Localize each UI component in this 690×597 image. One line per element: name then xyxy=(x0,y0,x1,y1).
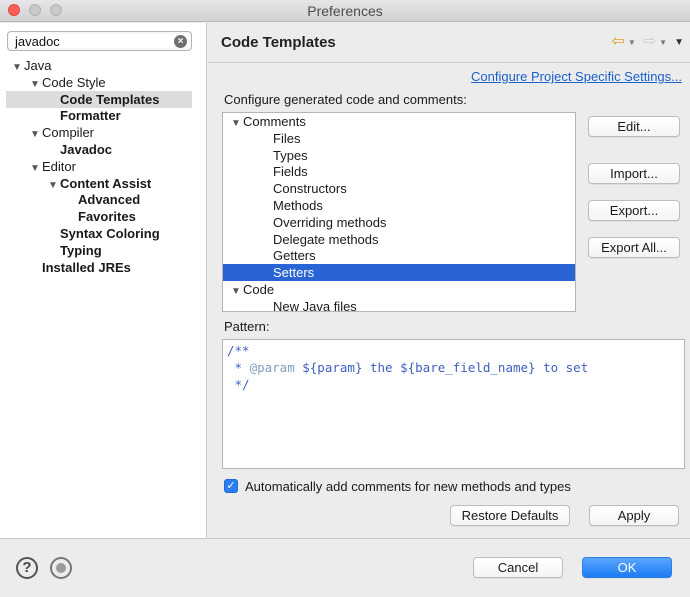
tree-item-label: Code Templates xyxy=(60,91,160,107)
code-templates-page: Code Templates ⇦ ▼ ⇨ ▼ ▼ Configure Proje… xyxy=(208,23,690,538)
tree-item-label: Typing xyxy=(60,242,102,258)
forward-arrow-icon[interactable]: ⇨ xyxy=(643,34,656,50)
expand-arrow-icon[interactable]: ▼ xyxy=(12,59,24,76)
tree-item-label: Javadoc xyxy=(60,142,113,157)
navigation-controls: ⇦ ▼ ⇨ ▼ ▼ xyxy=(611,33,684,51)
expand-arrow-icon[interactable]: ▼ xyxy=(30,160,42,177)
template-item[interactable]: Setters xyxy=(223,264,575,282)
tree-item[interactable]: Javadoc xyxy=(48,141,112,158)
tree-item-label: Java xyxy=(24,58,52,73)
clear-filter-icon[interactable]: × xyxy=(174,35,187,48)
tree-item-label: Compiler xyxy=(42,125,95,141)
window-title: Preferences xyxy=(307,3,383,19)
template-item[interactable]: New Java files xyxy=(223,298,575,312)
forward-history-caret-icon[interactable]: ▼ xyxy=(659,38,667,47)
edit-button[interactable]: Edit... xyxy=(588,116,680,137)
tree-item[interactable]: ▼ Editor xyxy=(30,158,76,175)
tree-item-label: Code Style xyxy=(42,74,106,90)
template-item-label: Files xyxy=(273,130,301,146)
pattern-text: ${param} the ${bare_field_name} to set xyxy=(294,360,589,375)
export-button[interactable]: Export... xyxy=(588,200,680,221)
help-icon[interactable]: ? xyxy=(16,557,38,579)
ok-button[interactable]: OK xyxy=(582,557,672,578)
template-item-label: New Java files xyxy=(273,298,357,312)
page-title: Code Templates xyxy=(221,34,336,51)
template-item-label: Code xyxy=(243,282,275,297)
template-item[interactable]: Methods xyxy=(223,197,575,214)
apply-button[interactable]: Apply xyxy=(589,505,679,526)
pattern-text: * xyxy=(227,360,250,375)
title-bar: Preferences xyxy=(0,0,690,22)
back-history-caret-icon[interactable]: ▼ xyxy=(628,38,636,47)
tree-item[interactable]: Favorites xyxy=(66,208,136,225)
preferences-tree-panel: × ▼Java▼Code StyleCode TemplatesFormatte… xyxy=(0,23,207,538)
template-item[interactable]: Types xyxy=(223,147,575,164)
tree-item[interactable]: ▼ Content Assist xyxy=(48,175,151,192)
template-item[interactable]: Overriding methods xyxy=(223,214,575,231)
pattern-editor[interactable]: /** * @param ${param} the ${bare_field_n… xyxy=(222,339,685,469)
tree-item[interactable]: Syntax Coloring xyxy=(48,225,160,242)
dialog-button-bar: ? Cancel OK xyxy=(0,538,690,597)
tree-item-label: Advanced xyxy=(78,192,141,208)
pattern-line: */ xyxy=(227,377,250,392)
tree-item-label: Editor xyxy=(42,158,76,174)
configure-project-settings-link[interactable]: Configure Project Specific Settings... xyxy=(471,69,682,84)
expand-arrow-icon[interactable]: ▼ xyxy=(48,177,60,194)
tree-item[interactable]: Formatter xyxy=(48,107,121,124)
tree-item[interactable]: Code Templates xyxy=(6,90,192,108)
pattern-line: /** xyxy=(227,343,250,358)
tree-item-label: Installed JREs xyxy=(42,259,131,275)
template-item[interactable]: Delegate methods xyxy=(223,231,575,248)
template-item-label: Delegate methods xyxy=(273,231,379,247)
record-macro-icon[interactable] xyxy=(50,557,72,579)
tree-item-label: Content Assist xyxy=(60,175,152,191)
template-item[interactable]: ▼ Comments xyxy=(223,113,575,130)
pattern-tag: @param xyxy=(249,360,295,375)
template-item[interactable]: Constructors xyxy=(223,180,575,197)
template-item[interactable]: ▼ Code xyxy=(223,281,575,298)
pattern-label: Pattern: xyxy=(224,319,270,334)
tree-item[interactable]: ▼ Java xyxy=(12,57,51,74)
tree-item[interactable]: ▼ Compiler xyxy=(30,124,94,141)
restore-defaults-button[interactable]: Restore Defaults xyxy=(450,505,570,526)
tree-item[interactable]: Advanced xyxy=(66,191,140,208)
template-item-label: Fields xyxy=(273,164,308,180)
auto-comments-option[interactable]: ✓ Automatically add comments for new met… xyxy=(224,477,571,495)
view-menu-icon[interactable]: ▼ xyxy=(674,37,684,48)
back-arrow-icon[interactable]: ⇦ xyxy=(611,34,624,50)
expand-arrow-icon[interactable]: ▼ xyxy=(30,126,42,143)
page-header: Code Templates ⇦ ▼ ⇨ ▼ ▼ xyxy=(208,23,690,63)
auto-comments-label: Automatically add comments for new metho… xyxy=(245,478,571,494)
template-item-label: Getters xyxy=(273,248,316,264)
templates-tree[interactable]: ▼ Comments Files Types Fields Constructors Met… xyxy=(222,112,576,312)
tree-item-label: Syntax Coloring xyxy=(60,226,160,241)
tree-item[interactable]: ▼ Code Style xyxy=(30,74,106,91)
cancel-button[interactable]: Cancel xyxy=(473,557,563,578)
filter-input[interactable] xyxy=(13,33,173,49)
template-item-label: Overriding methods xyxy=(273,214,387,230)
template-item-label: Comments xyxy=(243,114,306,129)
filter-field[interactable]: × xyxy=(7,31,192,51)
tree-item-label: Formatter xyxy=(60,108,121,124)
template-item-label: Types xyxy=(273,147,308,163)
template-item[interactable]: Fields xyxy=(223,163,575,180)
template-item-label: Constructors xyxy=(273,181,347,197)
pattern-line: * @param ${param} the ${bare_field_name}… xyxy=(227,359,680,376)
template-item[interactable]: Getters xyxy=(223,247,575,264)
template-item[interactable]: Files xyxy=(223,130,575,147)
import-button[interactable]: Import... xyxy=(588,163,680,184)
export-all-button[interactable]: Export All... xyxy=(588,237,680,258)
tree-item[interactable]: Installed JREs xyxy=(30,259,131,276)
tree-item-label: Favorites xyxy=(78,209,136,225)
auto-comments-checkbox[interactable]: ✓ xyxy=(224,479,238,493)
template-item-label: Methods xyxy=(273,198,323,213)
tree-item[interactable]: Typing xyxy=(48,242,102,259)
configure-label: Configure generated code and comments: xyxy=(224,92,467,107)
template-item-label: Setters xyxy=(273,265,315,281)
